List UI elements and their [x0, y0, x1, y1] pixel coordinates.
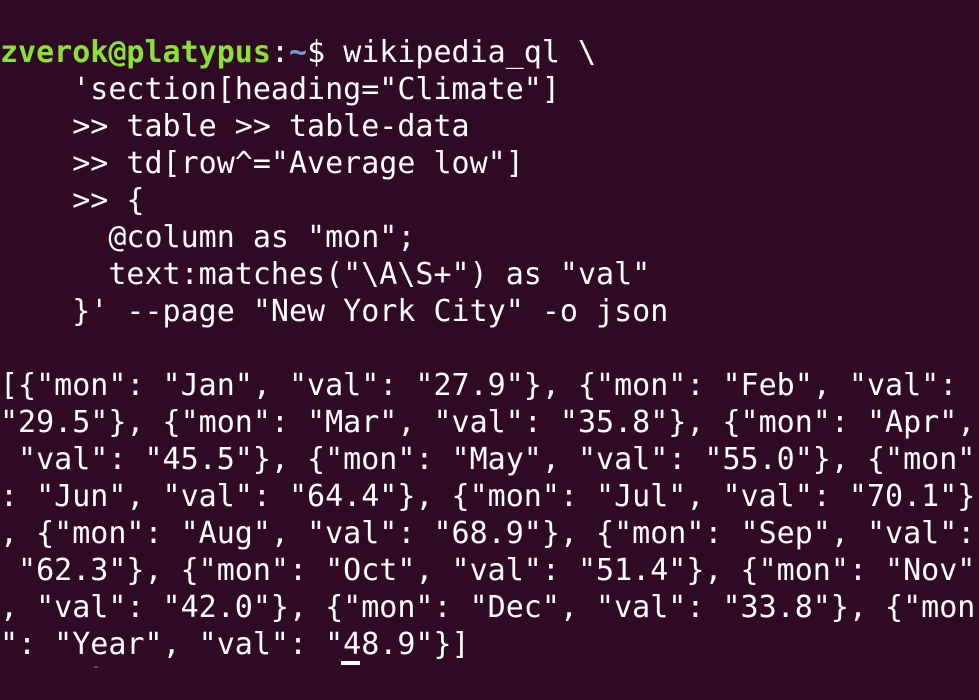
- output-line: : "Jun", "val": "64.4"}, {"mon": "Jul", …: [0, 479, 976, 514]
- output-line: [{"mon": "Jan", "val": "27.9"}, {"mon": …: [0, 368, 958, 403]
- command-line: text:matches("\A\S+") as "val": [0, 257, 651, 292]
- prompt-separator: :: [270, 35, 289, 70]
- terminal-window[interactable]: zverok@platypus:~$ wikipedia_ql \ 'secti…: [0, 0, 979, 700]
- command-line: >> table >> table-data: [0, 109, 470, 144]
- command-line: >> td[row^="Average low"]: [0, 146, 524, 181]
- command-line: }' --page "New York City" -o json: [0, 294, 669, 329]
- command-line: >> {: [0, 183, 145, 218]
- prompt-line: zverok@platypus:~$ wikipedia_ql \: [0, 34, 979, 71]
- render-artifact: [94, 666, 98, 668]
- output-line: "val": "45.5"}, {"mon": "May", "val": "5…: [0, 442, 976, 477]
- output-line: , {"mon": "Aug", "val": "68.9"}, {"mon":…: [0, 516, 976, 551]
- prompt-symbol: $: [307, 35, 344, 70]
- text-cursor: [341, 661, 360, 665]
- prompt-path: ~: [289, 35, 308, 70]
- command-line: 'section[heading="Climate"]: [0, 72, 560, 107]
- output-line: ": "Year", "val": "48.9"}]: [0, 627, 470, 662]
- output-line: "62.3"}, {"mon": "Oct", "val": "51.4"}, …: [0, 553, 976, 588]
- output-line: "29.5"}, {"mon": "Mar", "val": "35.8"}, …: [0, 405, 976, 440]
- command-line: @column as "mon";: [0, 220, 416, 255]
- prompt-user-host: zverok@platypus: [0, 35, 271, 70]
- command-text: wikipedia_ql \: [343, 35, 597, 70]
- output-line: , "val": "42.0"}, {"mon": "Dec", "val": …: [0, 590, 976, 625]
